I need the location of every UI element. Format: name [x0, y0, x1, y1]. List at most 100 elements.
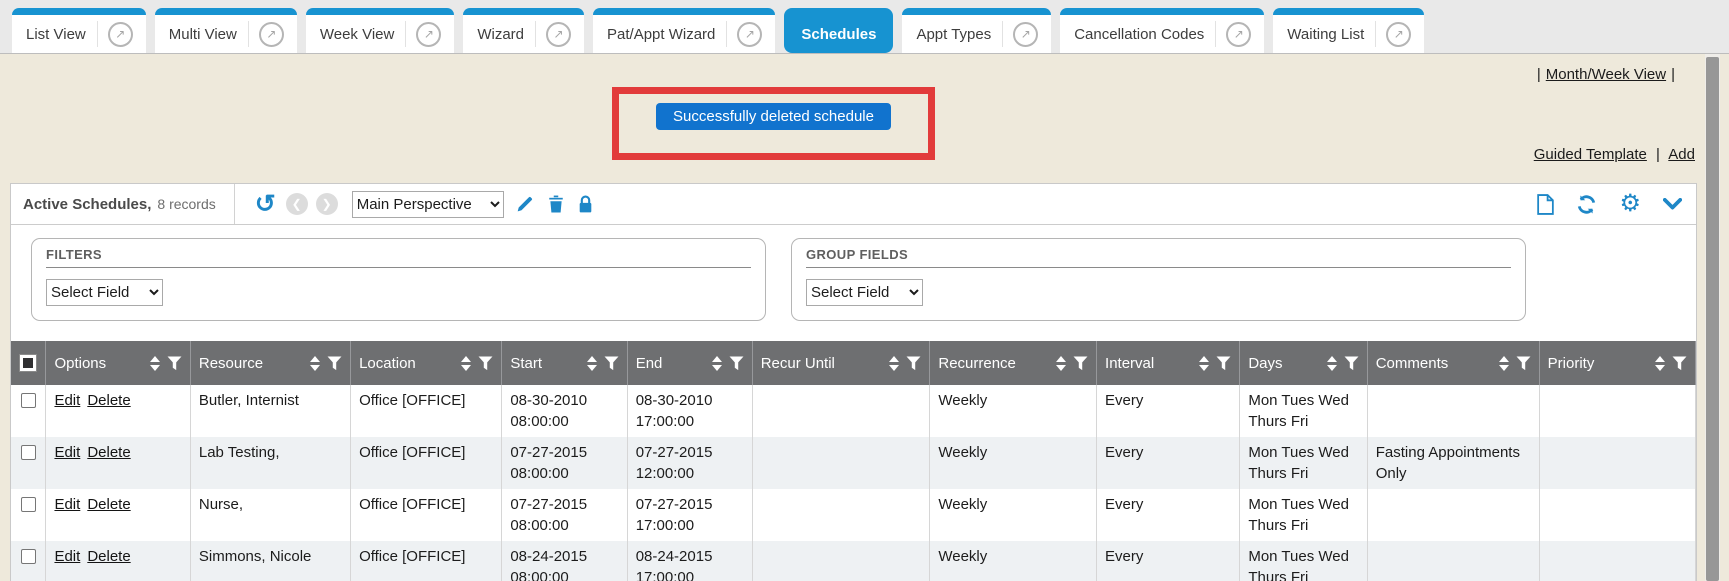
column-header-start[interactable]: Start	[502, 341, 627, 385]
filter-funnel-icon[interactable]	[906, 356, 921, 371]
settings-gear-icon[interactable]: ⚙	[1619, 192, 1641, 216]
filter-funnel-icon[interactable]	[167, 356, 182, 371]
sort-icon[interactable]	[1199, 356, 1209, 371]
tab-multi-view[interactable]: Multi View↗	[155, 8, 297, 53]
sort-icon[interactable]	[1327, 356, 1337, 371]
delete-link[interactable]: Delete	[87, 548, 130, 565]
column-header-days[interactable]: Days	[1240, 341, 1367, 385]
perspective-select[interactable]: Main Perspective	[352, 191, 504, 218]
scrollbar-track[interactable]	[1705, 54, 1720, 581]
next-perspective-button[interactable]: ❯	[316, 193, 338, 215]
tab-bar: List View↗Multi View↗Week View↗Wizard↗Pa…	[0, 0, 1729, 54]
filter-funnel-icon[interactable]	[1216, 356, 1231, 371]
filter-funnel-icon[interactable]	[1516, 356, 1531, 371]
sort-icon[interactable]	[461, 356, 471, 371]
column-header-end[interactable]: End	[627, 341, 752, 385]
tab-week-view[interactable]: Week View↗	[306, 8, 454, 53]
tab-label: Cancellation Codes	[1074, 26, 1215, 43]
popout-arrow-icon[interactable]: ↗	[1013, 22, 1038, 47]
main-content: |Month/Week View| Successfully deleted s…	[0, 54, 1729, 581]
row-checkbox[interactable]	[21, 445, 36, 460]
prev-perspective-button[interactable]: ❮	[286, 193, 308, 215]
edit-pencil-icon[interactable]	[516, 195, 534, 213]
filter-funnel-icon[interactable]	[478, 356, 493, 371]
popout-arrow-icon[interactable]: ↗	[546, 22, 571, 47]
delete-link[interactable]: Delete	[87, 496, 130, 513]
delete-link[interactable]: Delete	[87, 444, 130, 461]
popout-arrow-icon[interactable]: ↗	[108, 22, 133, 47]
tab-label: Waiting List	[1287, 26, 1375, 43]
cell-recur-until	[752, 541, 930, 581]
tab-cancellation-codes[interactable]: Cancellation Codes ↗	[1060, 8, 1264, 53]
tab-pat-appt-wizard[interactable]: Pat/Appt Wizard↗	[593, 8, 775, 53]
popout-arrow-icon[interactable]: ↗	[1226, 22, 1251, 47]
column-header-interval[interactable]: Interval	[1097, 341, 1240, 385]
column-header-comments[interactable]: Comments	[1367, 341, 1539, 385]
column-header-recur-until[interactable]: Recur Until	[752, 341, 930, 385]
guided-template-link[interactable]: Guided Template	[1534, 146, 1647, 163]
popout-arrow-icon[interactable]: ↗	[737, 22, 762, 47]
filter-funnel-icon[interactable]	[1344, 356, 1359, 371]
column-header-priority[interactable]: Priority	[1539, 341, 1695, 385]
delete-link[interactable]: Delete	[87, 392, 130, 409]
column-header-content: Days	[1248, 355, 1358, 372]
cell-location: Office [OFFICE]	[351, 385, 502, 437]
popout-arrow-icon[interactable]: ↗	[1386, 22, 1411, 47]
tab-appt-types[interactable]: Appt Types↗	[902, 8, 1051, 53]
filter-funnel-icon[interactable]	[729, 356, 744, 371]
scrollbar-thumb[interactable]	[1706, 57, 1719, 581]
column-header-options[interactable]: Options	[46, 341, 190, 385]
sort-icon[interactable]	[1655, 356, 1665, 371]
collapse-chevron-icon[interactable]	[1663, 198, 1682, 210]
cell-options: Edit Delete	[46, 541, 190, 581]
sort-icon[interactable]	[310, 356, 320, 371]
select-all-checkbox-fill	[23, 358, 33, 368]
popout-arrow-icon[interactable]: ↗	[259, 22, 284, 47]
add-link[interactable]: Add	[1668, 146, 1695, 163]
cell-days: Mon Tues Wed Thurs Fri	[1240, 385, 1367, 437]
sort-icon[interactable]	[150, 356, 160, 371]
column-label: Recur Until	[761, 355, 883, 372]
sort-icon[interactable]	[587, 356, 597, 371]
cell-priority	[1539, 385, 1695, 437]
cell-comments: Fasting Appointments Only	[1367, 437, 1539, 489]
edit-link[interactable]: Edit	[54, 444, 80, 461]
row-checkbox[interactable]	[21, 549, 36, 564]
new-document-icon[interactable]	[1537, 194, 1554, 215]
filter-funnel-icon[interactable]	[604, 356, 619, 371]
sort-icon[interactable]	[712, 356, 722, 371]
select-all-checkbox[interactable]	[19, 354, 37, 372]
undo-icon[interactable]: ↺	[255, 192, 276, 217]
edit-link[interactable]: Edit	[54, 548, 80, 565]
sort-icon[interactable]	[1056, 356, 1066, 371]
tab-divider	[97, 21, 98, 47]
sort-icon[interactable]	[889, 356, 899, 371]
tab-label: Wizard	[477, 26, 535, 43]
column-header-recurrence[interactable]: Recurrence	[930, 341, 1097, 385]
filter-funnel-icon[interactable]	[1672, 356, 1687, 371]
refresh-icon[interactable]	[1576, 194, 1597, 215]
tab-list-view[interactable]: List View↗	[12, 8, 146, 53]
filter-funnel-icon[interactable]	[327, 356, 342, 371]
filters-select-field[interactable]: Select Field	[46, 279, 163, 306]
column-header-location[interactable]: Location	[351, 341, 502, 385]
tab-waiting-list[interactable]: Waiting List ↗	[1273, 8, 1424, 53]
select-all-header[interactable]	[11, 341, 46, 385]
tab-wizard[interactable]: Wizard ↗	[463, 8, 584, 53]
group-fields-select-field[interactable]: Select Field	[806, 279, 923, 306]
row-checkbox[interactable]	[21, 497, 36, 512]
cell-options: Edit Delete	[46, 385, 190, 437]
edit-link[interactable]: Edit	[54, 392, 80, 409]
month-week-view-link[interactable]: Month/Week View	[1546, 66, 1666, 83]
row-checkbox[interactable]	[21, 393, 36, 408]
cell-checkbox	[11, 385, 46, 437]
tab-schedules[interactable]: Schedules	[784, 8, 893, 53]
sort-icon[interactable]	[1499, 356, 1509, 371]
filter-funnel-icon[interactable]	[1073, 356, 1088, 371]
edit-link[interactable]: Edit	[54, 496, 80, 513]
column-header-resource[interactable]: Resource	[190, 341, 350, 385]
lock-icon[interactable]	[578, 195, 593, 214]
filters-box: FILTERS Select Field	[31, 238, 766, 321]
popout-arrow-icon[interactable]: ↗	[416, 22, 441, 47]
trash-icon[interactable]	[548, 195, 564, 213]
